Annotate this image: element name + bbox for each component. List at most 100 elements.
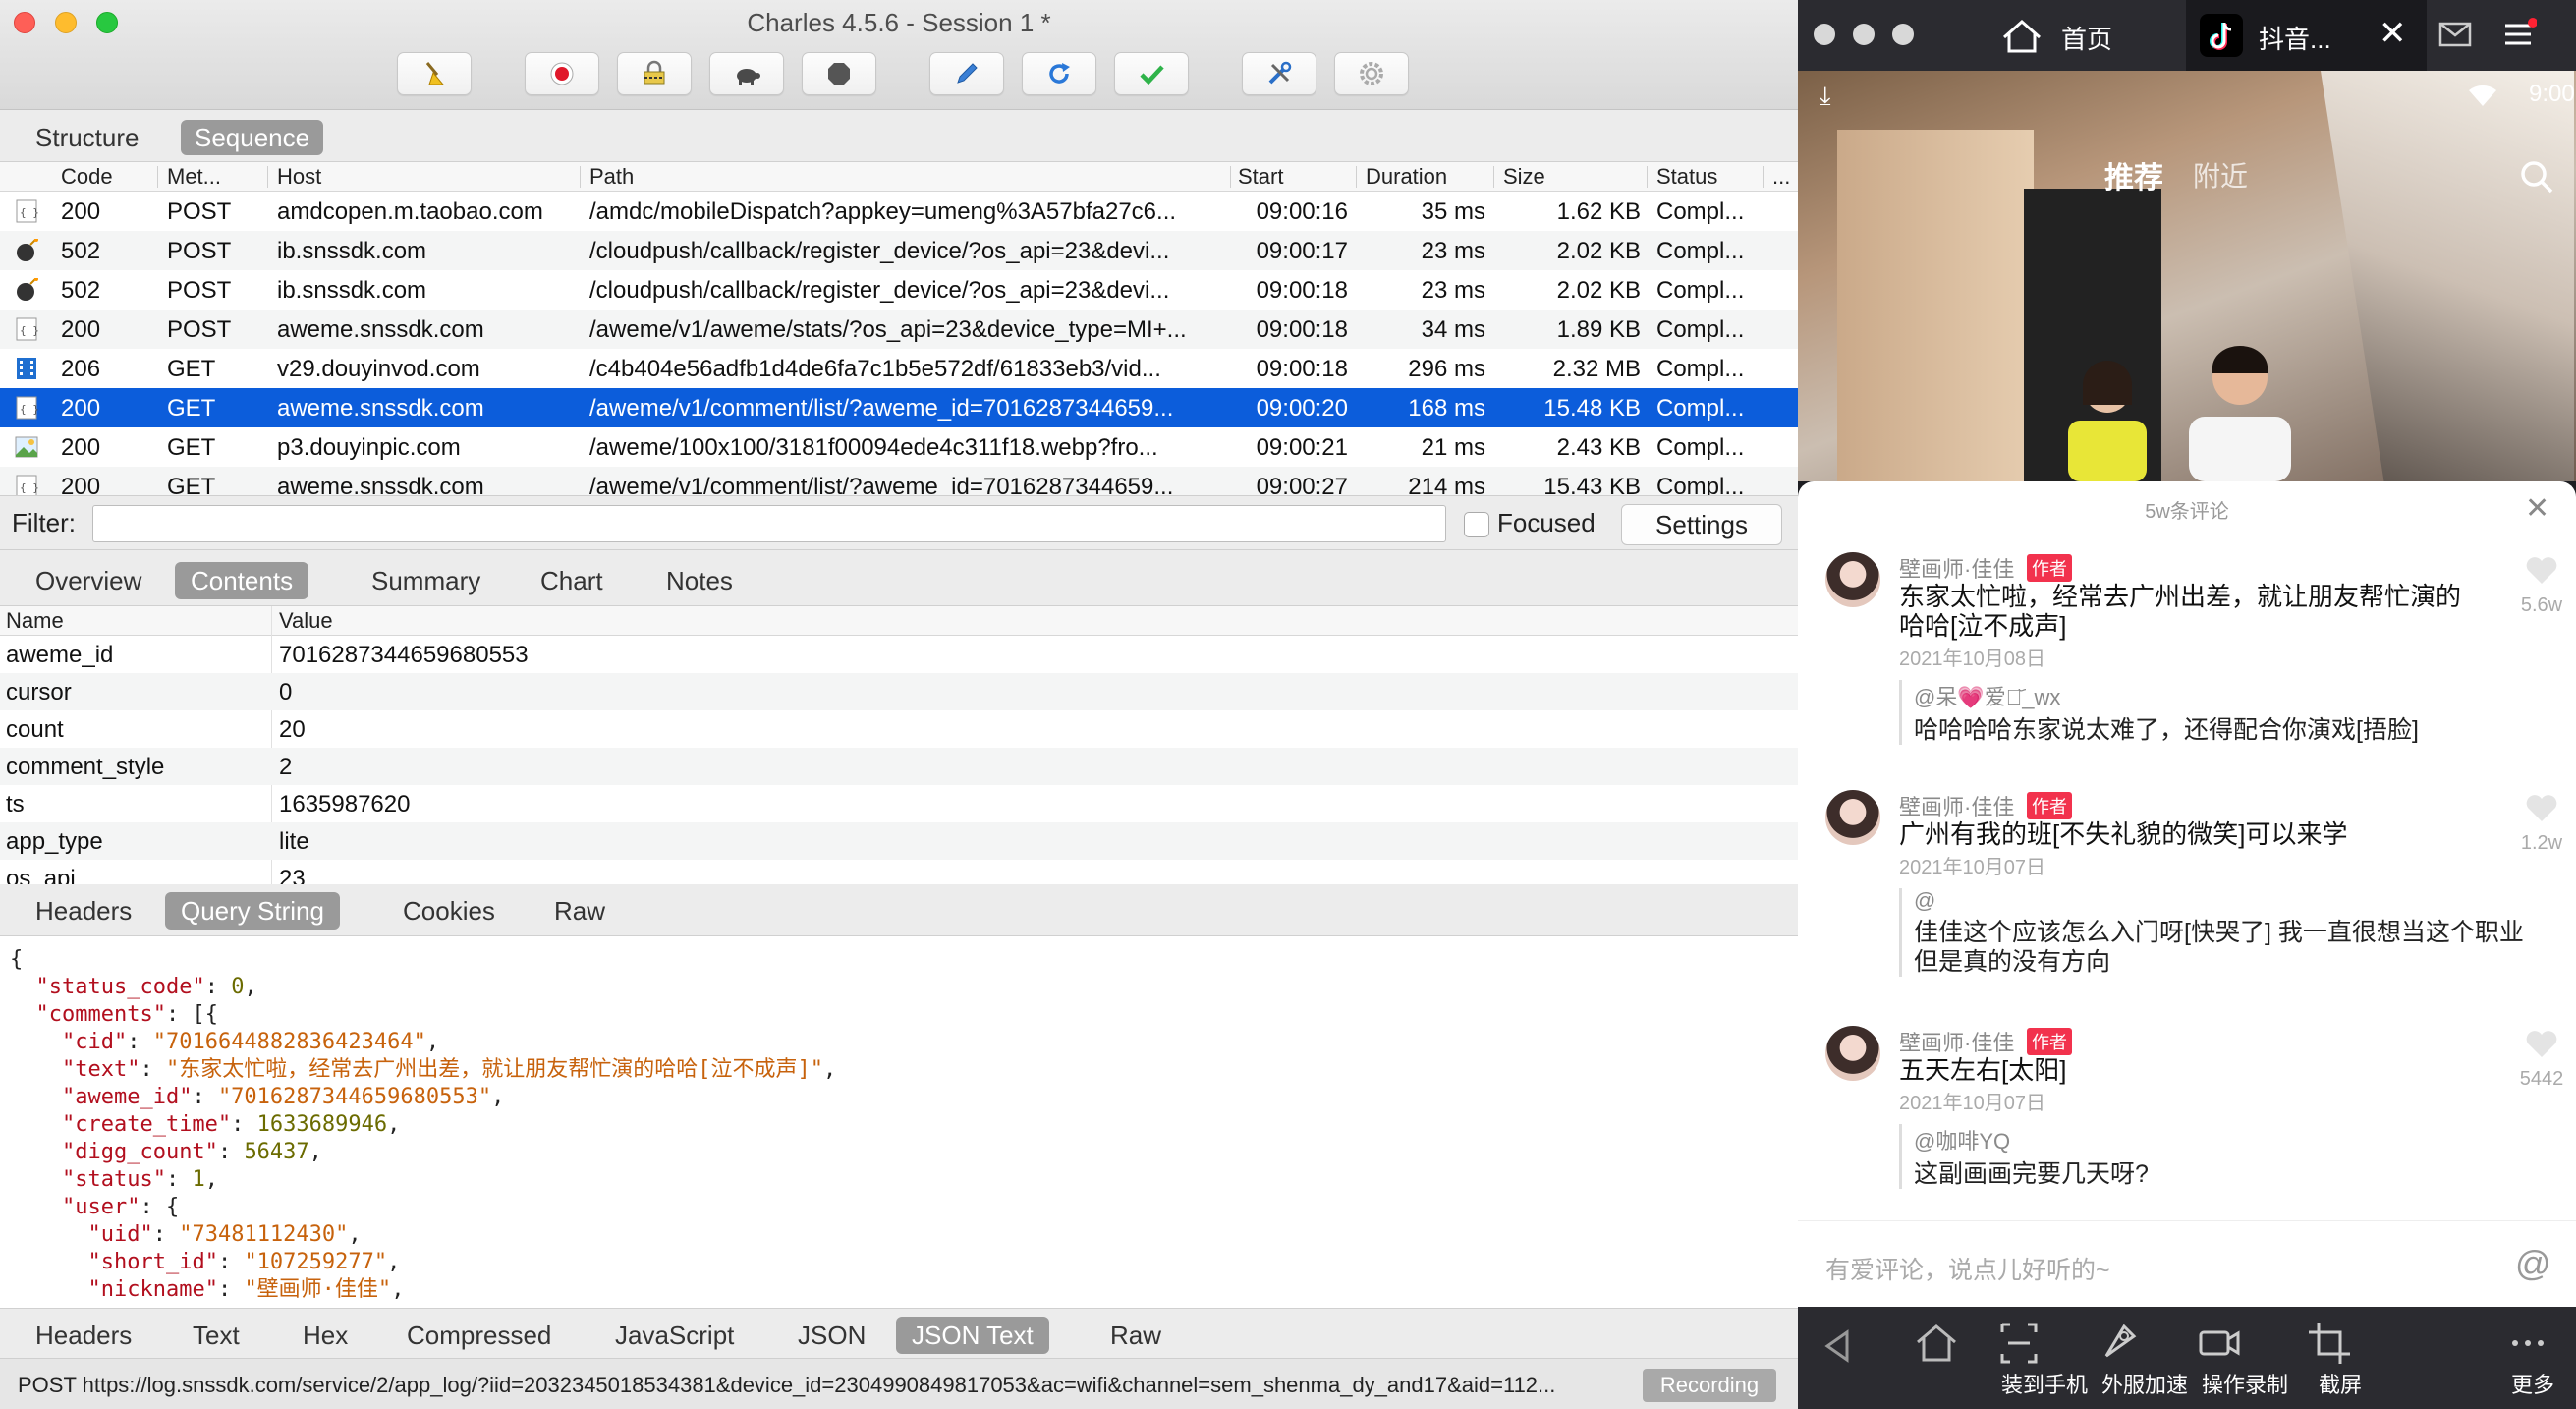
col-status[interactable]: Status	[1656, 164, 1717, 190]
tab-nearby[interactable]: 附近	[2193, 155, 2248, 195]
install-to-phone-button[interactable]: 装到手机	[1994, 1319, 2095, 1399]
tab-javascript[interactable]: JavaScript	[599, 1317, 750, 1354]
compose-button[interactable]	[929, 52, 1004, 95]
col-host[interactable]: Host	[277, 164, 321, 190]
table-row[interactable]: 206 GET v29.douyinvod.com/c4b404e56adfb1d4…	[0, 349, 1798, 388]
tab-recommend[interactable]: 推荐	[2104, 153, 2163, 197]
filter-input[interactable]	[92, 505, 1446, 542]
screenshot-button[interactable]: 截屏	[2305, 1319, 2376, 1399]
home-button[interactable]	[1912, 1319, 1981, 1368]
col-method[interactable]: Met...	[167, 164, 221, 190]
tab-text[interactable]: Text	[177, 1317, 255, 1354]
tab-notes[interactable]: Notes	[650, 562, 749, 599]
emulator-close-dot[interactable]	[1814, 24, 1835, 45]
emulator-tab-home[interactable]: 首页	[1965, 0, 2161, 71]
macro-record-button[interactable]: 操作录制	[2195, 1319, 2295, 1399]
emulator-min-dot[interactable]	[1853, 24, 1875, 45]
tab-query-string[interactable]: Query String	[165, 892, 340, 930]
settings-button[interactable]	[1334, 52, 1409, 95]
emulator-max-dot[interactable]	[1892, 24, 1914, 45]
table-row[interactable]: { } 200 GET aweme.snssdk.com/aweme/v1/comme…	[0, 467, 1798, 495]
tab-compressed[interactable]: Compressed	[391, 1317, 567, 1354]
clear-session-button[interactable]	[397, 52, 472, 95]
query-row[interactable]: cursor 0	[0, 673, 1798, 710]
download-icon[interactable]: ⤓	[1820, 81, 1831, 112]
col-more[interactable]: ...	[1772, 164, 1790, 190]
tab-contents[interactable]: Contents	[175, 562, 309, 599]
video-player[interactable]: ⤓ 9:00 推荐 附近	[1798, 71, 2576, 481]
repeat-button[interactable]	[1022, 52, 1096, 95]
query-row[interactable]: ts 1635987620	[0, 785, 1798, 822]
col-name[interactable]: Name	[6, 608, 64, 634]
tab-response-headers[interactable]: Headers	[20, 1317, 147, 1354]
at-mention-icon[interactable]: @	[2515, 1243, 2551, 1284]
cell-method: GET	[167, 395, 216, 422]
tab-overview[interactable]: Overview	[20, 562, 157, 599]
table-row[interactable]: 200 GET p3.douyinpic.com/aweme/100x100/318…	[0, 427, 1798, 467]
tab-request-raw[interactable]: Raw	[538, 892, 621, 930]
reply-user[interactable]: @咖啡YQ	[1914, 1124, 2528, 1155]
query-row[interactable]: os_api 23	[0, 860, 1798, 884]
avatar[interactable]	[1825, 552, 1880, 607]
cell-method: POST	[167, 277, 232, 304]
search-icon[interactable]	[2519, 159, 2554, 195]
emulator-tab-douyin[interactable]: 抖音... ✕	[2186, 0, 2427, 71]
tools-button[interactable]	[1242, 52, 1316, 95]
col-size[interactable]: Size	[1503, 164, 1545, 190]
table-row[interactable]: { } 200 GET aweme.snssdk.com/aweme/v1/comme…	[0, 388, 1798, 427]
throttle-button[interactable]	[617, 52, 692, 95]
table-row[interactable]: { } 200 POST aweme.snssdk.com/aweme/v1/awem…	[0, 310, 1798, 349]
avatar[interactable]	[1825, 1026, 1880, 1081]
close-tab-icon[interactable]: ✕	[2379, 14, 2407, 53]
tab-structure[interactable]: Structure	[22, 120, 153, 155]
like-button[interactable]: 1.2w	[2507, 794, 2576, 855]
tab-json[interactable]: JSON	[782, 1317, 881, 1354]
gear-icon	[1360, 62, 1383, 85]
tab-summary[interactable]: Summary	[356, 562, 496, 599]
like-button[interactable]: 5442	[2507, 1030, 2576, 1091]
col-start[interactable]: Start	[1238, 164, 1283, 190]
tab-request-headers[interactable]: Headers	[20, 892, 147, 930]
col-value[interactable]: Value	[279, 608, 333, 634]
breakpoint-turtle-button[interactable]	[709, 52, 784, 95]
query-row[interactable]: app_type lite	[0, 822, 1798, 860]
stop-button[interactable]	[802, 52, 876, 95]
tab-chart[interactable]: Chart	[525, 562, 619, 599]
col-duration[interactable]: Duration	[1366, 164, 1447, 190]
more-button[interactable]: 更多	[2503, 1319, 2562, 1399]
tab-response-raw[interactable]: Raw	[1094, 1317, 1177, 1354]
tab-sequence[interactable]: Sequence	[181, 120, 324, 155]
table-row[interactable]: 502 POST ib.snssdk.com/cloudpush/callback/…	[0, 270, 1798, 310]
cell-code: 200	[61, 316, 101, 343]
table-row[interactable]: 502 POST ib.snssdk.com/cloudpush/callback/…	[0, 231, 1798, 270]
recording-indicator[interactable]: Recording	[1643, 1369, 1776, 1402]
comment-author[interactable]: 壁画师·佳佳	[1899, 790, 2014, 821]
comment-author[interactable]: 壁画师·佳佳	[1899, 552, 2014, 584]
like-button[interactable]: 5.6w	[2507, 556, 2576, 617]
mail-icon[interactable]	[2438, 22, 2472, 47]
menu-icon[interactable]	[2501, 18, 2537, 51]
record-button[interactable]	[525, 52, 599, 95]
comment-author[interactable]: 壁画师·佳佳	[1899, 1026, 2014, 1057]
validate-button[interactable]	[1114, 52, 1189, 95]
comment-input[interactable]: 有爱评论，说点儿好听的~ @	[1798, 1220, 2576, 1307]
filter-settings-button[interactable]: Settings	[1621, 504, 1782, 545]
back-button[interactable]	[1818, 1319, 1876, 1368]
close-comments-icon[interactable]: ✕	[2525, 491, 2549, 526]
query-row[interactable]: count 20	[0, 710, 1798, 748]
overseas-accelerate-button[interactable]: 外服加速	[2095, 1319, 2195, 1399]
reply-user[interactable]: @呆💗爱吃᷃_wx	[1914, 680, 2528, 711]
focused-checkbox[interactable]	[1464, 512, 1489, 537]
tab-cookies[interactable]: Cookies	[387, 892, 511, 930]
tab-hex[interactable]: Hex	[287, 1317, 364, 1354]
query-row[interactable]: comment_style 2	[0, 748, 1798, 785]
json-text-view[interactable]: { "status_code": 0, "comments": [{ "cid"…	[0, 935, 1798, 1309]
reply-user[interactable]: @	[1914, 888, 2528, 914]
query-row[interactable]: aweme_id 7016287344659680553	[0, 636, 1798, 673]
table-row[interactable]: { } 200 POST amdcopen.m.taobao.com/amdc/mob…	[0, 192, 1798, 231]
response-tabs: Headers Text Hex Compressed JavaScript J…	[0, 1309, 1798, 1358]
avatar[interactable]	[1825, 790, 1880, 845]
tab-json-text[interactable]: JSON Text	[896, 1317, 1049, 1354]
col-path[interactable]: Path	[589, 164, 634, 190]
col-code[interactable]: Code	[61, 164, 113, 190]
